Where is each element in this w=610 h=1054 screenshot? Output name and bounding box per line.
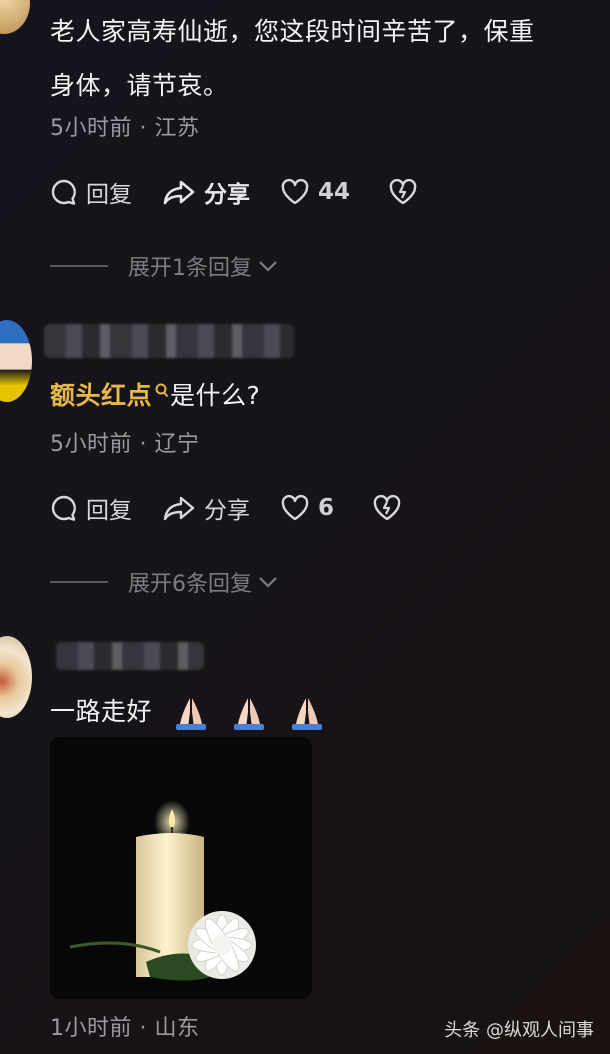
- comment-text-line: 身体，请节哀。: [50, 71, 229, 100]
- comment-meta: 5小时前 · 辽宁: [50, 432, 200, 457]
- reply-icon: [51, 495, 76, 521]
- divider: [50, 581, 108, 583]
- avatar[interactable]: [0, 0, 30, 34]
- share-label: 分享: [204, 498, 250, 524]
- share-button[interactable]: 分享: [162, 491, 250, 525]
- comment-image-candle[interactable]: [50, 737, 312, 999]
- share-button[interactable]: 分享: [162, 175, 250, 209]
- heart-icon: [281, 494, 309, 521]
- avatar[interactable]: [0, 320, 32, 402]
- comment-text: 一路走好: [50, 690, 352, 734]
- expand-replies-label: 展开1条回复: [128, 256, 252, 281]
- comment-meta: 5小时前 · 江苏: [50, 116, 200, 141]
- avatar[interactable]: [0, 636, 32, 718]
- comment-text: 老人家高寿仙逝，您这段时间辛苦了，保重 身体，请节哀。: [50, 10, 535, 108]
- dislike-button[interactable]: [388, 178, 426, 206]
- like-count: 6: [318, 495, 335, 521]
- comment-text: 额头红点 是什么?: [50, 374, 260, 418]
- reply-button[interactable]: 回复: [50, 175, 132, 209]
- reply-label: 回复: [86, 498, 132, 524]
- like-count: 44: [318, 179, 351, 205]
- chevron-down-icon: [259, 261, 277, 272]
- broken-heart-icon: [389, 178, 417, 205]
- divider: [50, 265, 108, 267]
- reply-label: 回复: [86, 182, 132, 208]
- watermark: 头条 @纵观人间事: [444, 1020, 594, 1041]
- share-label: 分享: [204, 182, 250, 208]
- chevron-down-icon: [259, 577, 277, 588]
- reply-icon: [51, 179, 76, 205]
- comment-text-suffix: 是什么?: [170, 381, 261, 410]
- comment-meta: 1小时前 · 山东: [50, 1016, 200, 1041]
- praying-hands-emoji: [176, 698, 323, 730]
- share-icon: [163, 180, 195, 205]
- like-button[interactable]: 6: [280, 494, 334, 522]
- search-keyword-link[interactable]: 额头红点: [50, 381, 152, 410]
- comment-actions: 回复 分享 6: [50, 488, 440, 528]
- expand-replies-button[interactable]: 展开1条回复: [50, 250, 280, 282]
- expand-replies-button[interactable]: 展开6条回复: [50, 566, 280, 598]
- like-button[interactable]: 44: [280, 178, 350, 206]
- search-icon[interactable]: [154, 382, 170, 400]
- share-icon: [163, 496, 195, 521]
- reply-button[interactable]: 回复: [50, 491, 132, 525]
- heart-icon: [281, 178, 309, 205]
- expand-replies-label: 展开6条回复: [128, 572, 252, 597]
- dislike-button[interactable]: [372, 494, 410, 522]
- username-blurred[interactable]: [44, 324, 294, 358]
- comment-text-line: 老人家高寿仙逝，您这段时间辛苦了，保重: [50, 17, 535, 46]
- comment-text-body: 一路走好: [50, 697, 153, 726]
- candle-flower-image: [69, 800, 256, 981]
- comment-actions: 回复 分享 44: [50, 172, 456, 212]
- username-blurred[interactable]: [56, 642, 204, 670]
- broken-heart-icon: [373, 494, 401, 521]
